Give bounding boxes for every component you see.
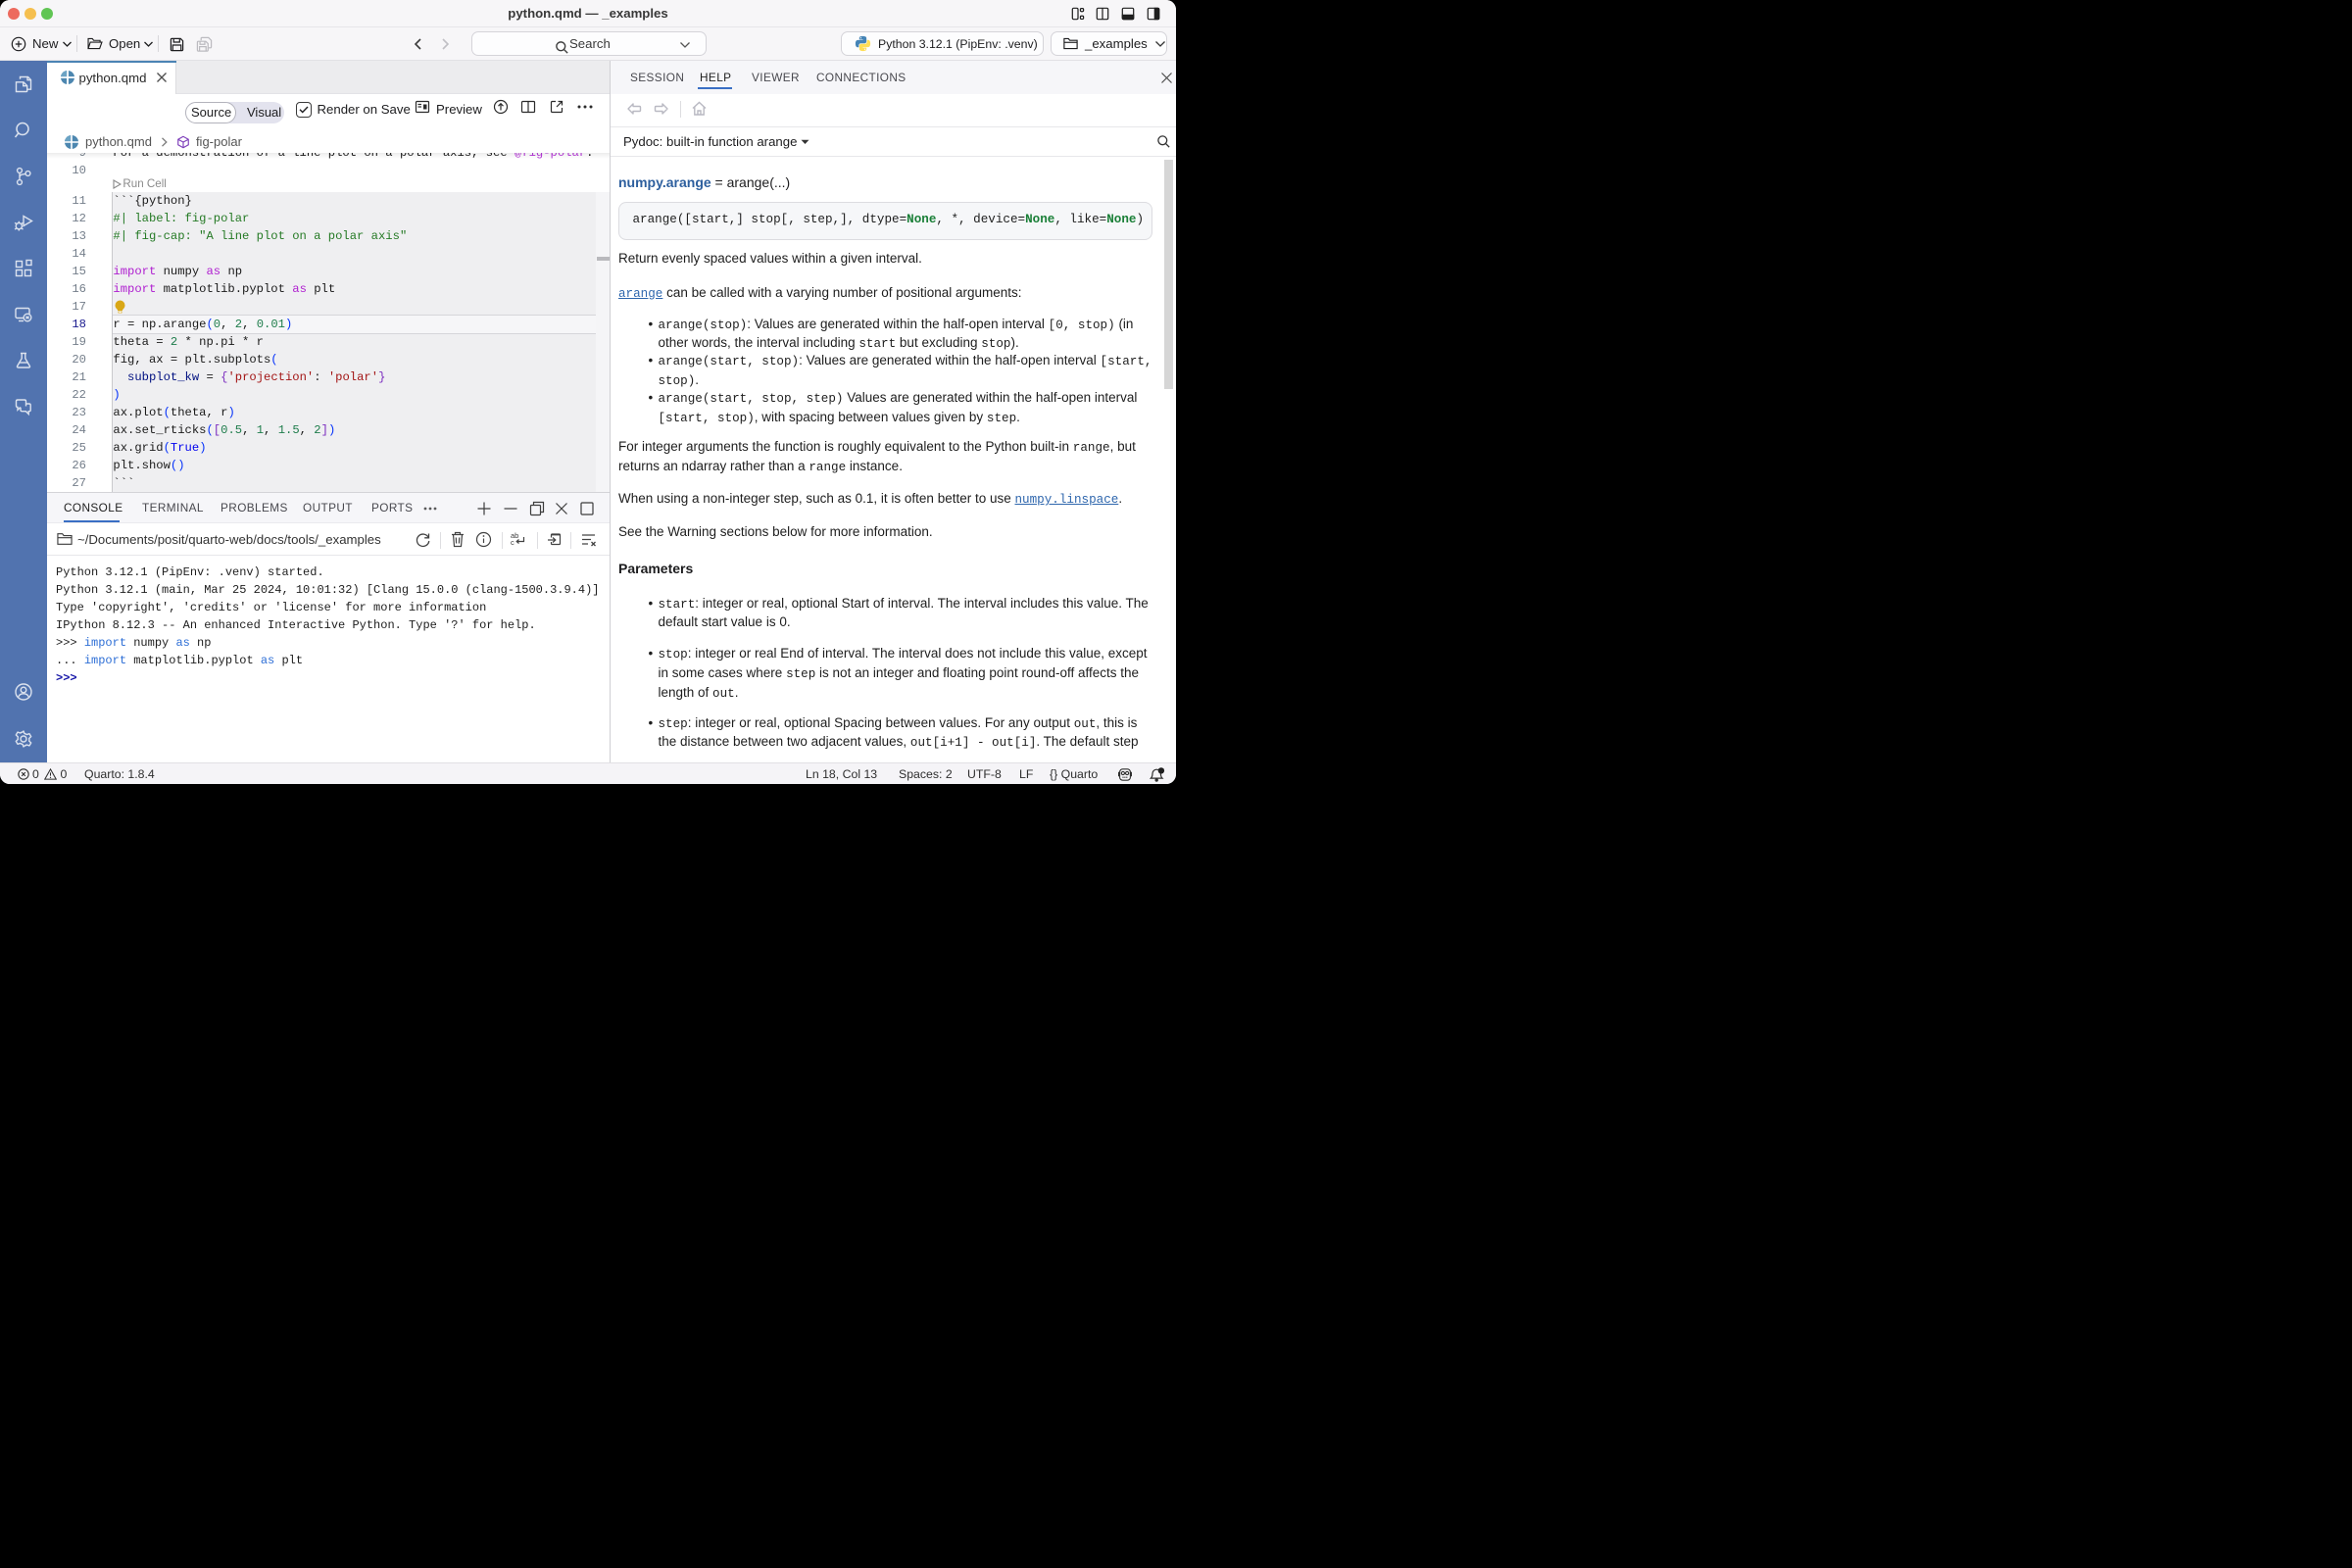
svg-text:c: c xyxy=(511,538,514,547)
